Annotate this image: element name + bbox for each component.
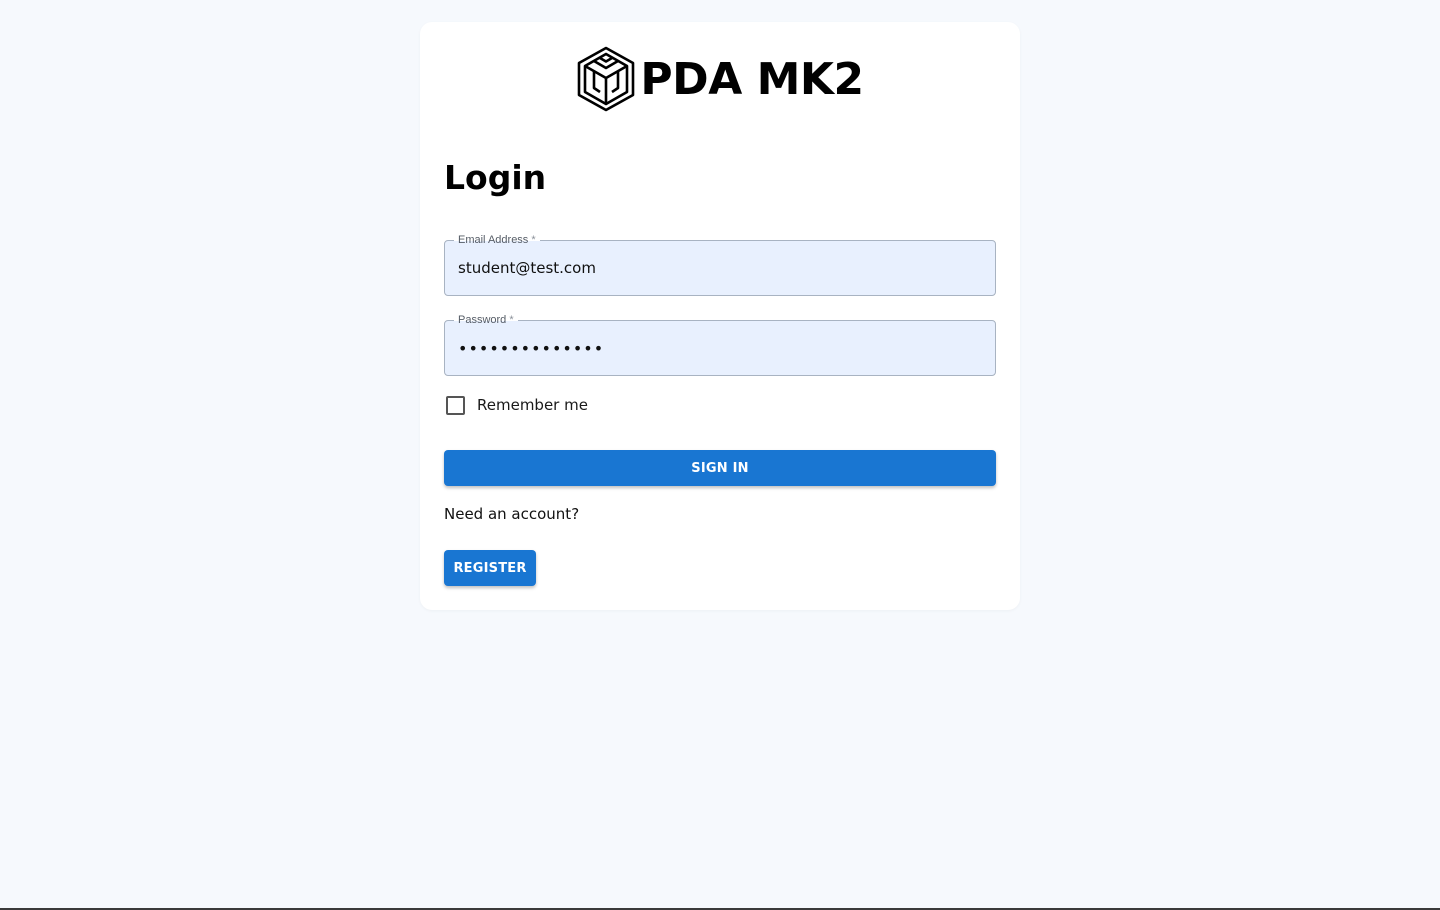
login-card: PDA MK2 Login Email Address * Password *… xyxy=(420,22,1020,610)
need-account-text: Need an account? xyxy=(444,505,580,523)
brand-name: PDA MK2 xyxy=(640,54,864,105)
sign-in-button[interactable]: SIGN IN xyxy=(444,450,996,486)
email-field: Email Address * xyxy=(444,232,996,296)
password-input[interactable] xyxy=(445,321,995,375)
remember-me-label: Remember me xyxy=(477,396,588,414)
register-button[interactable]: REGISTER xyxy=(444,550,536,586)
hexagon-cube-icon xyxy=(578,46,635,112)
remember-me-checkbox[interactable]: Remember me xyxy=(444,393,588,417)
page-title: Login xyxy=(444,158,547,197)
checkbox-unchecked-icon[interactable] xyxy=(446,395,465,415)
login-page: PDA MK2 Login Email Address * Password *… xyxy=(0,0,1440,910)
email-input[interactable] xyxy=(445,241,995,295)
brand-header: PDA MK2 xyxy=(420,46,1020,112)
password-field: Password * xyxy=(444,312,996,376)
